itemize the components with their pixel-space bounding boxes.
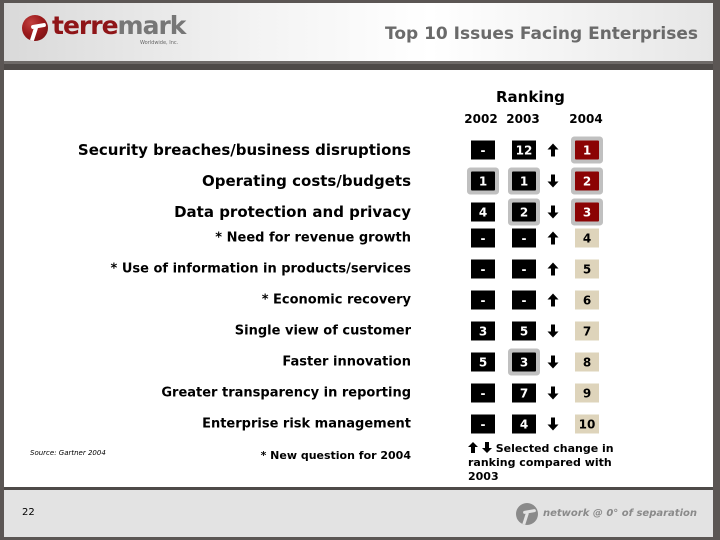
rank-2004: 7 [575, 321, 599, 341]
issue-label: Single view of customer [234, 323, 411, 339]
arrow-down-icon [481, 442, 492, 455]
rank-2004: 5 [575, 259, 599, 279]
logo-subtitle: Worldwide, Inc. [140, 40, 179, 46]
rank-2002: - [471, 290, 495, 310]
column-header-2003: 2003 [506, 112, 540, 126]
arrow-up-icon [468, 442, 478, 455]
rank-2002: 5 [471, 352, 495, 372]
rank-2003: 3 [512, 352, 536, 372]
new-question-note: * New question for 2004 [260, 449, 411, 462]
arrow-down-icon [547, 355, 559, 369]
page-number: 22 [22, 507, 35, 518]
column-header-2004: 2004 [569, 112, 603, 126]
rank-2002: - [471, 140, 495, 160]
issue-label: Operating costs/budgets [202, 172, 411, 190]
issue-label: Security breaches/business disruptions [77, 141, 411, 159]
ranking-header: Ranking [496, 88, 565, 106]
issue-label: Enterprise risk management [202, 416, 411, 432]
rank-2002: - [471, 228, 495, 248]
rank-2004: 9 [575, 383, 599, 403]
rank-2003: 12 [512, 140, 536, 160]
issue-label: * Use of information in products/service… [110, 261, 412, 277]
issue-label: Faster innovation [282, 354, 411, 370]
arrow-down-icon [547, 386, 559, 400]
rank-2003: 7 [512, 383, 536, 403]
rank-2004: 8 [575, 352, 599, 372]
arrow-up-icon [547, 262, 559, 276]
arrow-down-icon [547, 324, 559, 338]
rank-2004: 6 [575, 290, 599, 310]
rank-2004: 3 [575, 202, 599, 222]
rank-2002: 1 [471, 171, 495, 191]
slide-title: Top 10 Issues Facing Enterprises [385, 24, 698, 44]
rank-2003: 5 [512, 321, 536, 341]
column-header-2002: 2002 [464, 112, 498, 126]
globe-logo-icon [22, 15, 48, 41]
rank-2004: 10 [575, 414, 599, 434]
rank-2004: 1 [575, 140, 599, 160]
terremark-logo: terremark Worldwide, Inc. [22, 11, 186, 53]
arrow-up-icon [547, 231, 559, 245]
rank-2002: - [471, 259, 495, 279]
rank-2003: 2 [512, 202, 536, 222]
arrow-up-icon [547, 293, 559, 307]
rank-2003: - [512, 228, 536, 248]
issue-label: * Need for revenue growth [215, 230, 411, 246]
rank-2003: - [512, 290, 536, 310]
logo-wordmark-primary: terre [52, 11, 119, 40]
globe-logo-icon [516, 503, 538, 525]
arrow-legend: Selected change in ranking compared with… [468, 442, 618, 484]
source-note: Source: Gartner 2004 [30, 449, 106, 457]
frame-edge [713, 0, 720, 540]
arrow-down-icon [547, 174, 559, 188]
logo-wordmark: terremark [52, 11, 187, 40]
logo-wordmark-secondary: mark [117, 11, 187, 40]
rank-2002: 4 [471, 202, 495, 222]
rank-2004: 2 [575, 171, 599, 191]
rank-2003: 1 [512, 171, 536, 191]
tagline-text: network @ 0° of separation [543, 508, 697, 519]
rank-2002: 3 [471, 321, 495, 341]
arrow-up-icon [547, 143, 559, 157]
issue-label: Data protection and privacy [174, 203, 411, 221]
rank-2003: - [512, 259, 536, 279]
arrow-down-icon [547, 417, 559, 431]
rank-2004: 4 [575, 228, 599, 248]
issue-label: Greater transparency in reporting [161, 385, 411, 401]
issue-label: * Economic recovery [261, 292, 411, 308]
arrow-down-icon [547, 205, 559, 219]
rank-2002: - [471, 414, 495, 434]
rank-2002: - [471, 383, 495, 403]
rank-2003: 4 [512, 414, 536, 434]
